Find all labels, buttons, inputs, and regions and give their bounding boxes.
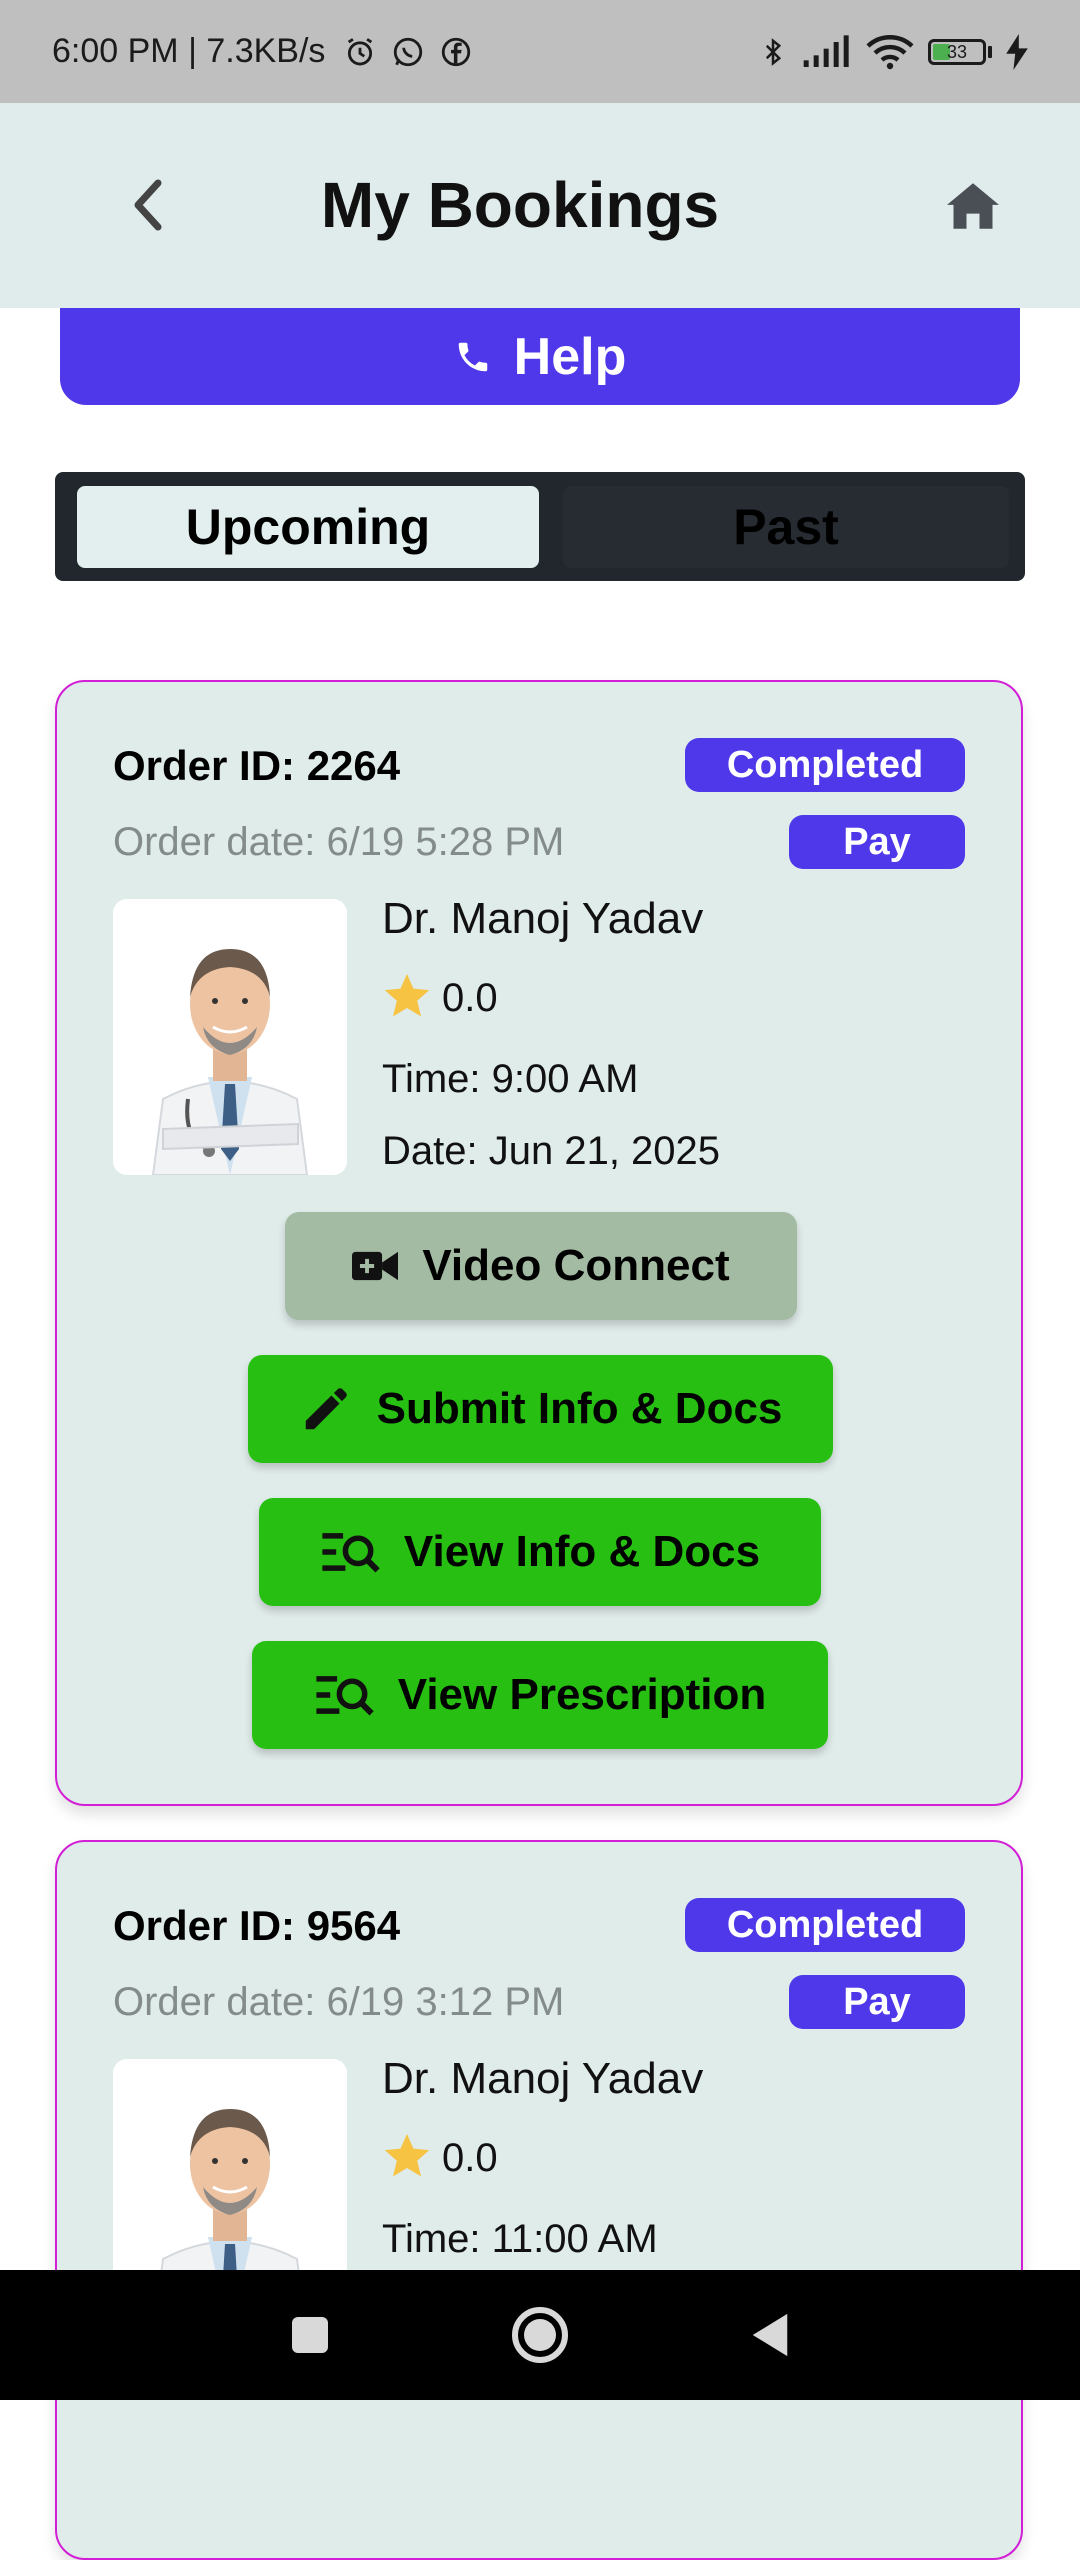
appointment-time: Time: 11:00 AM — [382, 2217, 658, 2261]
order-date: Order date: 6/19 5:28 PM — [113, 820, 565, 864]
view-prescription-label: View Prescription — [397, 1670, 767, 1719]
doctor-photo — [113, 899, 347, 1175]
order-id: Order ID: 9564 — [113, 1902, 401, 1949]
help-button[interactable]: Help — [60, 308, 1020, 405]
status-bar: 6:00 PM | 7.3KB/s 33 — [0, 0, 1080, 103]
recent-apps-icon[interactable] — [290, 2315, 330, 2355]
order-date: Order date: 6/19 3:12 PM — [113, 1980, 565, 2024]
signal-icon — [803, 34, 849, 67]
battery-icon: 33 — [928, 38, 992, 65]
status-left: 6:00 PM | 7.3KB/s — [52, 32, 473, 71]
submit-info-docs-label: Submit Info & Docs — [376, 1384, 783, 1433]
doctor-rating: 0.0 — [382, 974, 498, 1022]
status-badge: Completed — [685, 1898, 965, 1952]
page-title: My Bookings — [320, 169, 720, 241]
status-time: 6:00 PM | 7.3KB/s — [52, 32, 326, 70]
booking-card: Order ID: 2264 Completed Order date: 6/1… — [55, 680, 1023, 1806]
back-nav-icon[interactable] — [750, 2312, 790, 2358]
appointment-date: Date: Jun 21, 2025 — [382, 1129, 721, 1173]
status-badge: Completed — [685, 738, 965, 792]
submit-info-docs-button[interactable]: Submit Info & Docs — [248, 1355, 833, 1463]
video-call-icon — [352, 1251, 399, 1281]
view-info-docs-button[interactable]: View Info & Docs — [259, 1498, 821, 1606]
star-icon — [384, 2134, 430, 2177]
home-button[interactable] — [945, 178, 1001, 234]
alarm-icon — [348, 37, 373, 65]
booking-card: Order ID: 9564 Completed Order date: 6/1… — [55, 1840, 1023, 2560]
view-prescription-button[interactable]: View Prescription — [252, 1641, 828, 1749]
whatsapp-icon — [394, 37, 423, 66]
doctor-rating: 0.0 — [382, 2134, 498, 2182]
order-id: Order ID: 2264 — [113, 742, 401, 789]
search-list-icon — [322, 1533, 380, 1573]
video-connect-button[interactable]: Video Connect — [285, 1212, 797, 1320]
doctor-name: Dr. Manoj Yadav — [382, 2054, 704, 2103]
tab-past[interactable]: Past — [563, 486, 1009, 568]
rating-value: 0.0 — [442, 975, 498, 1020]
appointment-time: Time: 9:00 AM — [382, 1057, 639, 1101]
home-nav-icon[interactable] — [510, 2305, 570, 2365]
pay-button[interactable]: Pay — [789, 1975, 965, 2029]
search-list-icon — [316, 1676, 374, 1716]
help-label: Help — [513, 327, 627, 386]
star-icon — [384, 974, 430, 1017]
doctor-name: Dr. Manoj Yadav — [382, 894, 704, 943]
system-nav-bar — [0, 2270, 1080, 2400]
status-right: 33 — [758, 32, 1028, 72]
phone-icon — [458, 342, 487, 371]
tab-upcoming[interactable]: Upcoming — [77, 486, 539, 568]
facebook-icon — [442, 37, 471, 66]
bluetooth-icon — [765, 37, 782, 66]
video-connect-label: Video Connect — [422, 1241, 730, 1290]
wifi-icon — [866, 34, 914, 69]
pay-button[interactable]: Pay — [789, 815, 965, 869]
home-icon — [947, 183, 999, 229]
booking-tabs: Upcoming Past — [55, 472, 1025, 581]
charging-icon — [1006, 33, 1028, 70]
rating-value: 0.0 — [442, 2135, 498, 2180]
app-header: My Bookings — [0, 103, 1080, 308]
pencil-icon — [305, 1388, 347, 1430]
battery-level: 33 — [946, 41, 968, 62]
view-info-docs-label: View Info & Docs — [403, 1527, 761, 1576]
